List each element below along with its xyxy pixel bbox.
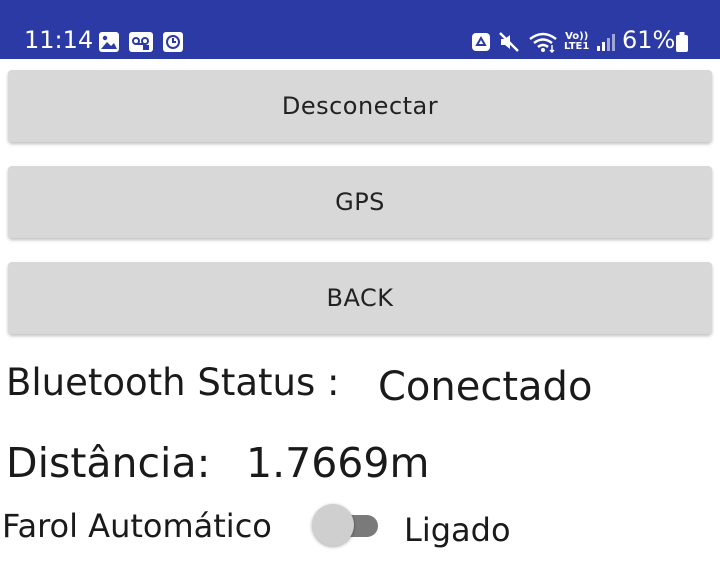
status-left-icons bbox=[98, 30, 184, 54]
distance-value: 1.7669m bbox=[246, 439, 430, 487]
mute-icon bbox=[499, 32, 519, 52]
signal-icon bbox=[597, 34, 616, 51]
switch-thumb bbox=[312, 504, 354, 546]
auto-light-label: Farol Automático bbox=[2, 507, 272, 545]
clock-icon bbox=[163, 32, 183, 52]
volte-bottom-text: LTE1 bbox=[564, 41, 590, 52]
wifi-icon bbox=[529, 32, 557, 53]
voicemail-icon bbox=[129, 32, 153, 52]
bluetooth-status-value: Conectado bbox=[378, 364, 593, 410]
status-time: 11:14 bbox=[24, 26, 94, 54]
recycle-icon bbox=[472, 33, 490, 51]
battery-icon bbox=[676, 32, 688, 52]
distance-label: Distância: bbox=[6, 439, 211, 487]
status-right-icons: Vo)) LTE1 bbox=[470, 30, 617, 54]
gallery-icon bbox=[99, 32, 119, 52]
volte-icon: Vo)) LTE1 bbox=[564, 32, 589, 52]
status-bar: 11:14 Vo)) LTE1 61% bbox=[0, 0, 720, 59]
back-button[interactable]: BACK bbox=[8, 262, 712, 334]
auto-light-switch[interactable] bbox=[312, 504, 380, 548]
gps-button[interactable]: GPS bbox=[8, 166, 712, 238]
battery-percent: 61% bbox=[622, 26, 676, 54]
disconnect-button[interactable]: Desconectar bbox=[8, 70, 712, 142]
bluetooth-status-label: Bluetooth Status : bbox=[6, 361, 340, 404]
auto-light-state: Ligado bbox=[404, 511, 511, 549]
